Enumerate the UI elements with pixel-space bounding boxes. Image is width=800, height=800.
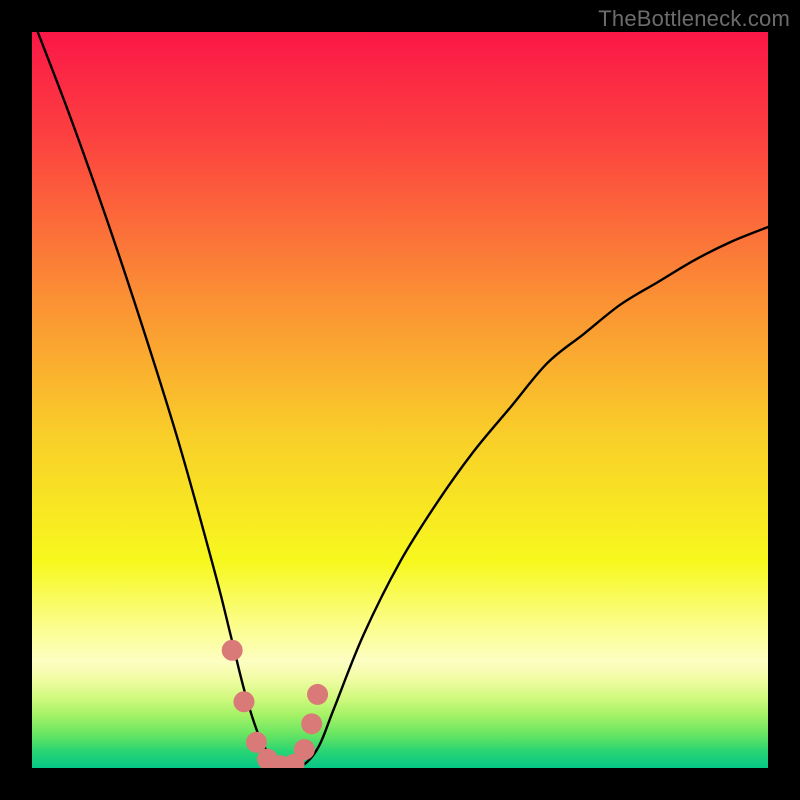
data-point [294,739,315,760]
gradient-background [32,32,768,768]
watermark-label: TheBottleneck.com [598,6,790,32]
data-point [233,691,254,712]
data-point [222,640,243,661]
chart-frame: TheBottleneck.com [0,0,800,800]
data-point [307,684,328,705]
data-point [301,713,322,734]
plot-area [32,32,768,768]
bottleneck-chart [32,32,768,768]
